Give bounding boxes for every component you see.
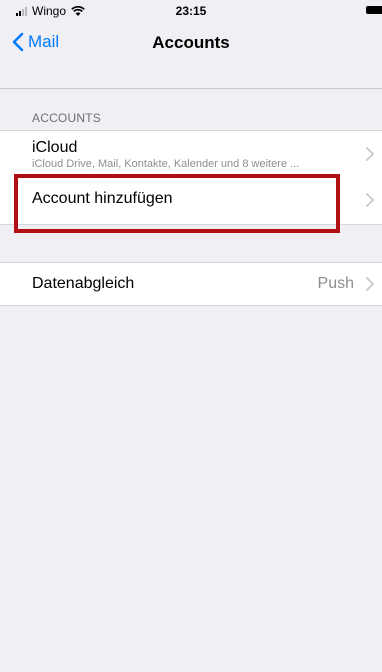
status-bar: Wingo 23:15 xyxy=(0,0,382,22)
datenabgleich-label: Datenabgleich xyxy=(32,275,135,292)
accounts-group: iCloud iCloud Drive, Mail, Kontakte, Kal… xyxy=(0,130,382,225)
battery-icon xyxy=(366,6,382,14)
datenabgleich-row[interactable]: Datenabgleich Push xyxy=(0,263,382,305)
sync-group: Datenabgleich Push xyxy=(0,262,382,306)
clock: 23:15 xyxy=(175,4,207,18)
chevron-right-icon xyxy=(366,147,374,161)
add-account-row[interactable]: Account hinzufügen xyxy=(0,175,382,224)
section-header-accounts: ACCOUNTS xyxy=(32,111,101,125)
navigation-bar: Mail Accounts xyxy=(0,22,382,66)
page-title: Accounts xyxy=(152,33,230,52)
account-subtitle: iCloud Drive, Mail, Kontakte, Kalender u… xyxy=(32,158,300,170)
account-title: iCloud xyxy=(32,139,78,156)
datenabgleich-value: Push xyxy=(317,275,354,292)
nav-divider xyxy=(0,88,382,89)
add-account-label: Account hinzufügen xyxy=(32,190,173,207)
account-row-icloud[interactable]: iCloud iCloud Drive, Mail, Kontakte, Kal… xyxy=(0,131,382,175)
chevron-right-icon xyxy=(366,277,374,291)
chevron-right-icon xyxy=(366,193,374,207)
